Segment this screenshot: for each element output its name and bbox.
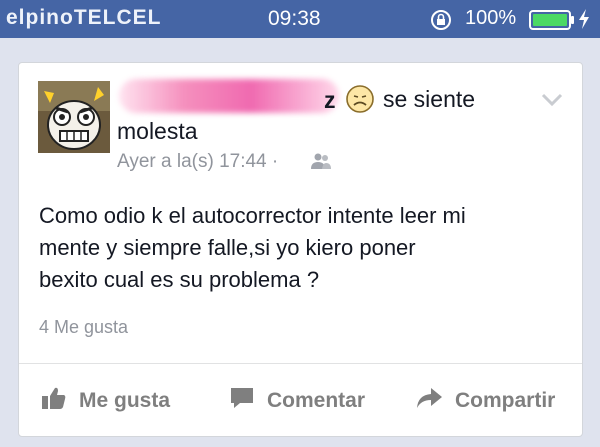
battery-percentage: 100%	[465, 7, 517, 29]
like-label: Me gusta	[79, 389, 171, 412]
post-timestamp[interactable]: Ayer a la(s) 17:44 ·	[117, 151, 278, 173]
feeling-label[interactable]: molesta	[117, 118, 198, 145]
thumbs-up-icon	[41, 386, 67, 416]
rotation-lock-icon	[430, 9, 452, 36]
status-bar: elpinoTELCEL 09:38 100%	[0, 0, 600, 38]
post-card: z se siente molesta Ayer a la(s) 17:44 ·…	[18, 62, 583, 437]
carrier-name: elpinoTELCEL	[6, 6, 162, 29]
likes-count[interactable]: 4 Me gusta	[39, 317, 128, 338]
feeling-prefix: se siente	[383, 86, 476, 112]
share-label: Compartir	[455, 389, 556, 412]
author-name[interactable]: z	[324, 87, 336, 114]
comment-label: Comentar	[267, 389, 366, 412]
post-line: Como odio k el autocorrector intente lee…	[39, 203, 466, 228]
share-button[interactable]: Compartir	[415, 386, 555, 416]
post-line: bexito cual es su problema ?	[39, 267, 320, 292]
battery-icon	[529, 10, 575, 35]
charging-bolt-icon	[578, 8, 590, 35]
post-body: Como odio k el autocorrector intente lee…	[39, 200, 579, 296]
action-bar: Me gusta Comentar Compartir	[19, 364, 582, 436]
friends-icon	[310, 152, 332, 175]
avatar[interactable]	[38, 81, 110, 153]
comment-button[interactable]: Comentar	[229, 386, 365, 416]
author-name-redacted	[119, 79, 339, 113]
chevron-down-icon[interactable]	[541, 93, 563, 112]
like-button[interactable]: Me gusta	[41, 386, 170, 416]
sad-face-icon	[345, 84, 375, 119]
clock: 09:38	[268, 7, 321, 30]
post-line: mente y siempre falle,si yo kiero poner	[39, 235, 416, 260]
comment-bubble-icon	[229, 386, 255, 416]
share-arrow-icon	[415, 386, 443, 416]
